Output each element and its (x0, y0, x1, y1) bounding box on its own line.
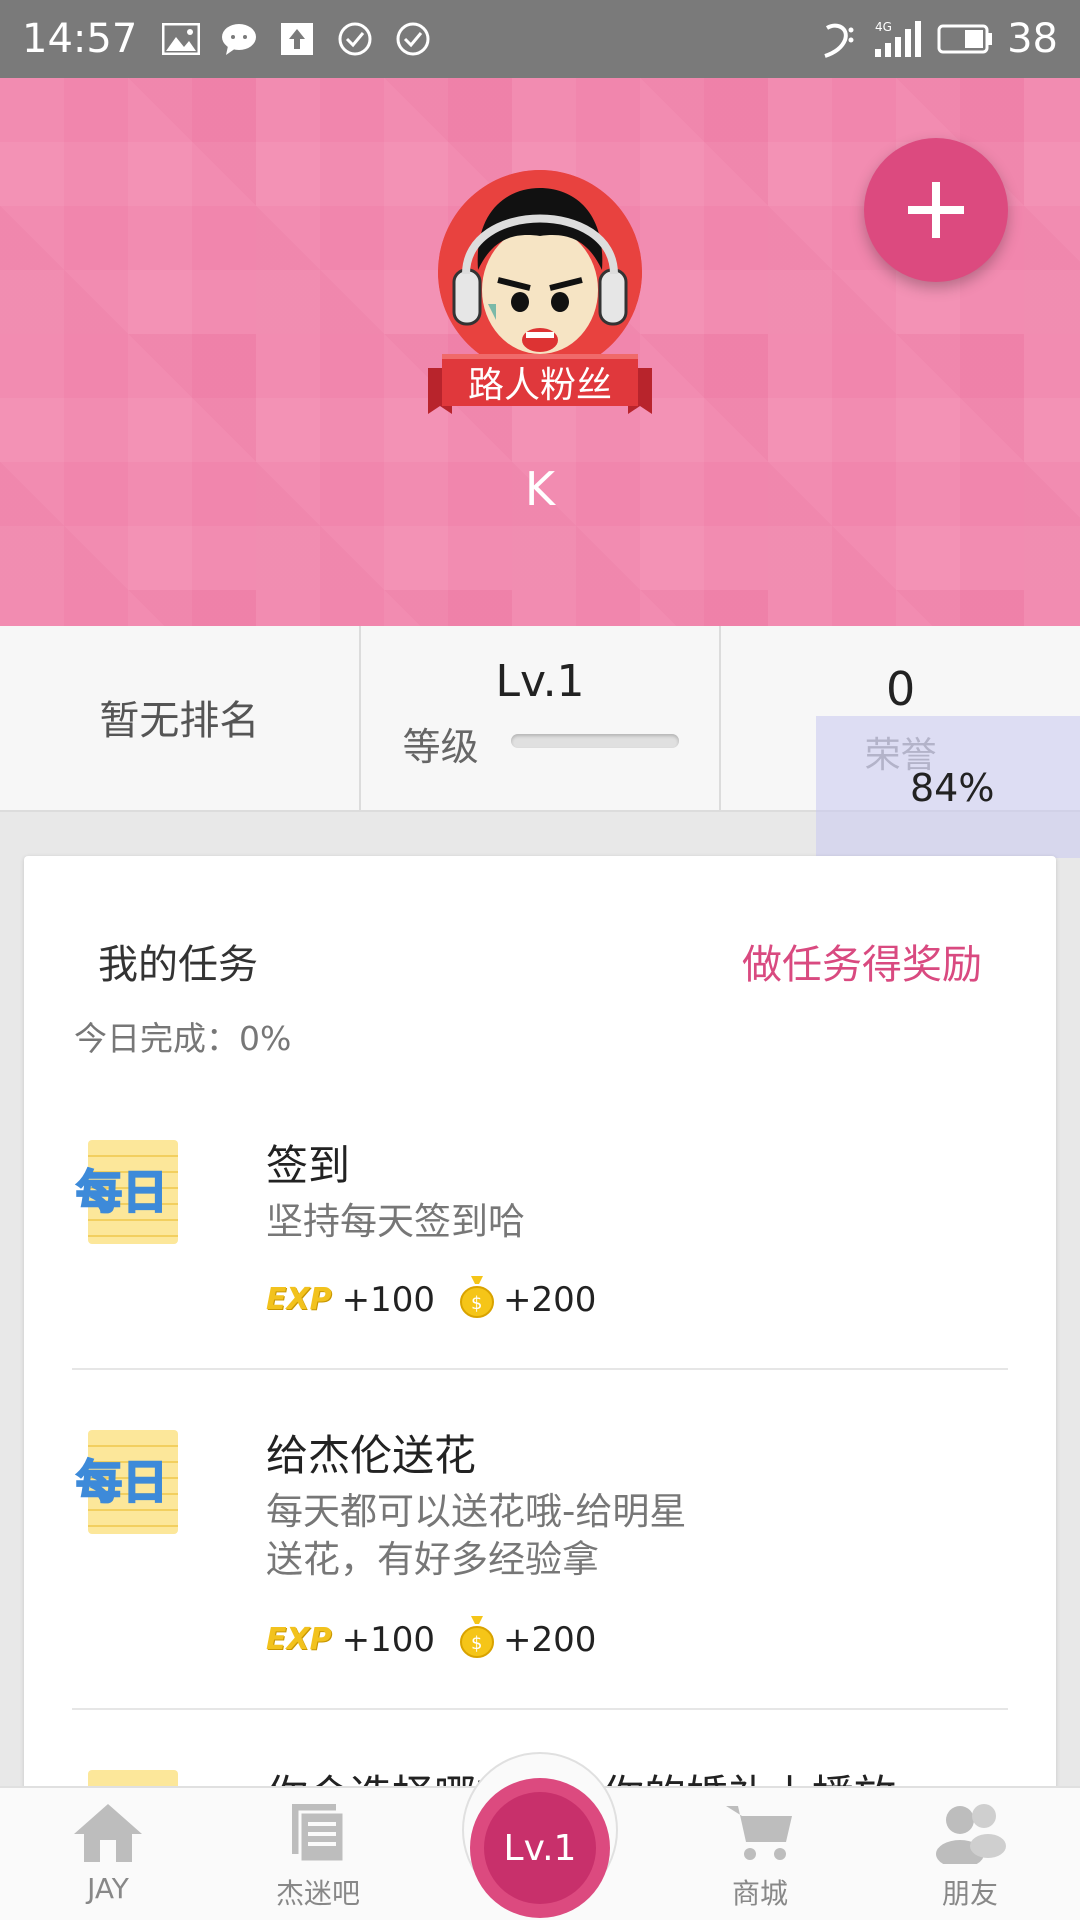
svg-text:$: $ (471, 1293, 482, 1314)
friends-icon (934, 1802, 1006, 1868)
music-clef-icon (819, 19, 859, 59)
plus-icon (908, 182, 964, 238)
task-desc: 坚持每天签到哈 (266, 1200, 525, 1243)
coin-bag-icon: $ (459, 1272, 495, 1327)
nav-label: 商城 (731, 1877, 788, 1910)
nav-shop[interactable]: 商城 (680, 1788, 840, 1920)
nav-label: JAY (87, 1872, 129, 1905)
check-circle-icon (393, 19, 433, 59)
rank-text: 暂无排名 (99, 698, 260, 744)
nav-label: 朋友 (941, 1877, 998, 1910)
home-icon (72, 1802, 144, 1864)
task-reward: EXP +100 $ +200 (266, 1272, 596, 1327)
status-time: 14:57 (22, 16, 138, 62)
coin-value: +200 (503, 1279, 597, 1320)
nav-friends[interactable]: 朋友 (890, 1788, 1050, 1920)
profile-header: 路人粉丝 K (0, 78, 1080, 626)
upload-icon (277, 19, 317, 59)
level-badge: Lv.1 (484, 1792, 596, 1904)
tasks-title: 我的任务 (98, 942, 258, 988)
svg-text:4G: 4G (875, 20, 892, 34)
task-reward: EXP +100 $ +200 (266, 1612, 596, 1667)
task-item[interactable]: 每日 给杰伦送花 每天都可以送花哦-给明星 送花，有好多经验拿 EXP +100… (72, 1422, 1008, 1672)
task-title: 给杰伦送花 (266, 1431, 477, 1480)
rank-stat[interactable]: 暂无排名 (0, 626, 361, 810)
signal-4g-icon: 4G (873, 19, 923, 59)
nav-forum[interactable]: 杰迷吧 (238, 1788, 398, 1920)
status-bar: 14:57 4G 38 (0, 0, 1080, 78)
fan-level-label: 路人粉丝 (467, 365, 612, 406)
add-button[interactable] (864, 138, 1008, 282)
divider (72, 1368, 1008, 1370)
daily-task-icon: 每日 (72, 1422, 192, 1542)
avatar[interactable] (438, 170, 642, 374)
level-progress-bar (510, 734, 679, 748)
svg-text:每日: 每日 (76, 1455, 168, 1509)
task-desc: 每天都可以送花哦-给明星 送花，有好多经验拿 (266, 1488, 806, 1584)
coin-value: +200 (503, 1619, 597, 1660)
svg-text:每日: 每日 (76, 1165, 168, 1219)
level-value: Lv.1 (495, 656, 585, 707)
battery-level: 38 (1007, 16, 1058, 62)
forum-icon (282, 1802, 354, 1864)
exp-value: +100 (341, 1619, 436, 1660)
fan-level-badge: 路人粉丝 (428, 348, 652, 418)
level-stat[interactable]: Lv.1 等级 (361, 626, 722, 810)
tasks-reward-link[interactable]: 做任务得奖励 (742, 932, 982, 990)
cart-icon (724, 1802, 796, 1864)
coin-bag-icon: $ (459, 1612, 495, 1667)
nav-level-button[interactable]: Lv.1 (470, 1778, 610, 1918)
nav-label: 杰迷吧 (275, 1877, 360, 1910)
divider (72, 1708, 1008, 1710)
task-title: 签到 (266, 1141, 351, 1190)
gallery-icon (161, 19, 201, 59)
task-item[interactable]: 每日 签到 坚持每天签到哈 EXP +100 $ +200 (72, 1132, 1008, 1322)
daily-task-icon: 每日 (72, 1132, 192, 1252)
check-circle-icon (335, 19, 375, 59)
battery-icon (937, 19, 993, 59)
exp-icon: EXP (266, 1282, 332, 1317)
exp-value: +100 (341, 1279, 436, 1320)
today-progress: 今日完成：0% (74, 1019, 292, 1058)
task-desc-line: 每天都可以送花哦-给明星 (266, 1490, 687, 1533)
username: K (524, 462, 556, 516)
chat-icon (219, 19, 259, 59)
task-desc-line: 送花，有好多经验拿 (266, 1538, 599, 1581)
svg-text:$: $ (471, 1633, 482, 1654)
nav-home[interactable]: JAY (28, 1788, 188, 1920)
level-label: 等级 (402, 725, 479, 769)
exp-icon: EXP (266, 1622, 332, 1657)
honor-value: 0 (886, 662, 916, 716)
overlay-percent: 84% (910, 766, 995, 810)
